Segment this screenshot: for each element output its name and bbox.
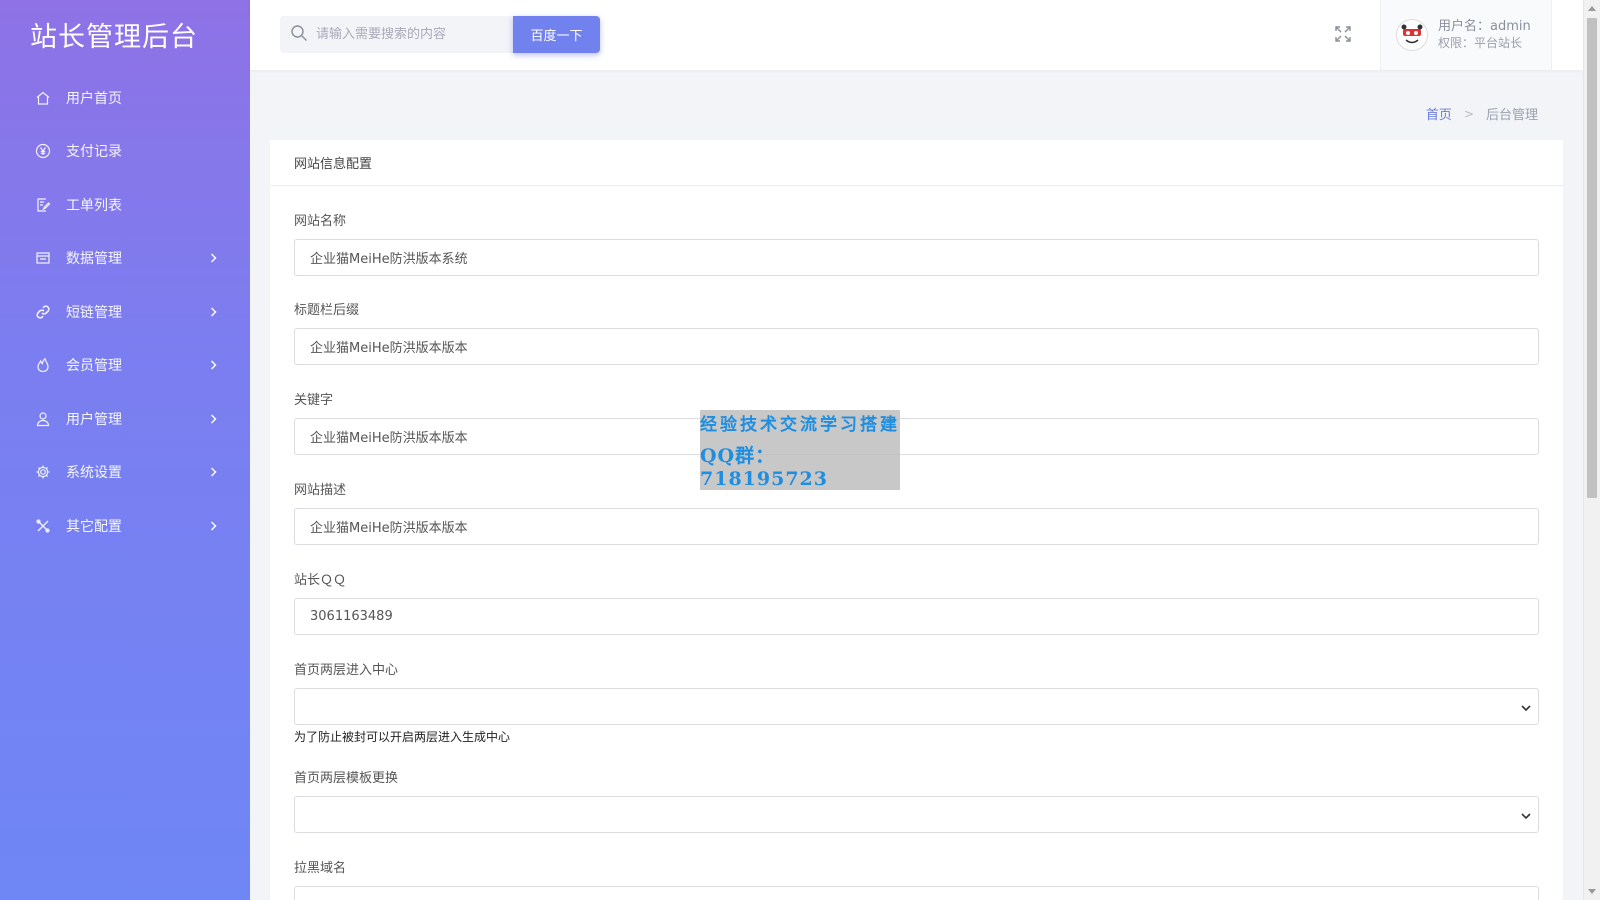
template-select[interactable] (294, 796, 1539, 833)
watermark-line1: 经验技术交流学习搭建 (700, 415, 900, 435)
chevron-right-icon (208, 467, 218, 477)
sidebar-item-label: 会员管理 (66, 358, 122, 375)
field-template-switch: 首页两层模板更换 (294, 743, 1539, 833)
window-icon (34, 249, 52, 267)
scroll-up-icon[interactable] (1588, 6, 1596, 11)
search-button[interactable]: 百度一下 (513, 16, 600, 53)
sidebar-item-ticket-list[interactable]: 工单列表 (0, 178, 250, 232)
search-input[interactable] (316, 27, 506, 42)
yuan-icon (34, 142, 52, 160)
flame-icon (34, 356, 52, 374)
edit-doc-icon (34, 196, 52, 214)
two-layer-help-text: 为了防止被封可以开启两层进入生成中心 (294, 730, 511, 744)
field-label: 首页两层模板更换 (294, 771, 399, 786)
avatar (1396, 19, 1428, 51)
breadcrumb-current: 后台管理 (1485, 108, 1538, 123)
sidebar-item-label: 数据管理 (66, 251, 122, 268)
field-blacklist-domain: 拉黑域名 (294, 833, 1539, 900)
site-name-input[interactable] (294, 239, 1539, 276)
sidebar-item-shortlink-management[interactable]: 短链管理 (0, 285, 250, 339)
top-header: 百度一下 用户名：admin 权限：平台站长 (250, 0, 1583, 70)
watermark-line2: QQ群：718195723 (700, 445, 828, 490)
user-name: 用户名：admin (1438, 19, 1531, 34)
field-title-suffix: 标题栏后缀 (294, 275, 1539, 365)
scroll-down-icon[interactable] (1588, 889, 1596, 894)
card-title: 网站信息配置 (270, 140, 1563, 186)
brand-title: 站长管理后台 (30, 21, 198, 53)
sidebar-item-other-config[interactable]: 其它配置 (0, 499, 250, 553)
gear-icon (34, 463, 52, 481)
sidebar-item-label: 其它配置 (66, 518, 122, 535)
chevron-right-icon (208, 360, 218, 370)
sidebar-item-user-home[interactable]: 用户首页 (0, 71, 250, 125)
blacklist-domain-input[interactable] (294, 886, 1539, 900)
field-label: 关键字 (294, 393, 334, 408)
sidebar-item-system-settings[interactable]: 系统设置 (0, 446, 250, 500)
sidebar-item-label: 用户首页 (66, 90, 122, 107)
sidebar-item-label: 系统设置 (66, 465, 122, 482)
field-label: 网站名称 (294, 214, 347, 229)
user-role: 权限：平台站长 (1438, 36, 1523, 50)
field-site-name: 网站名称 (294, 186, 1539, 276)
user-icon (34, 410, 52, 428)
title-suffix-input[interactable] (294, 328, 1539, 365)
breadcrumb: 首页 > 后台管理 (1426, 104, 1538, 124)
sidebar-item-payment-records[interactable]: 支付记录 (0, 125, 250, 179)
sidebar-item-member-management[interactable]: 会员管理 (0, 339, 250, 393)
field-label: 站长ＱＱ (294, 573, 347, 588)
chevron-right-icon (208, 521, 218, 531)
two-layer-select[interactable] (294, 688, 1539, 725)
tools-icon (34, 517, 52, 535)
home-icon (34, 89, 52, 107)
link-icon (34, 303, 52, 321)
sidebar-item-label: 短链管理 (66, 304, 122, 321)
keywords-input[interactable] (294, 418, 1539, 455)
watermark: 经验技术交流学习搭建 QQ群：718195723 (700, 410, 900, 490)
search-box (280, 16, 513, 53)
site-info-form: 网站名称 标题栏后缀 关键字 网站描述 站长ＱＱ 首页两层进入中心 为了防止被封… (270, 186, 1563, 900)
chevron-right-icon (208, 253, 218, 263)
sidebar: 站长管理后台 用户首页 支付记录 工单列表 数据管理 短链管理 会员管理 用户管… (0, 0, 250, 900)
sidebar-item-label: 工单列表 (66, 197, 122, 214)
sidebar-item-label: 用户管理 (66, 411, 122, 428)
sidebar-item-data-management[interactable]: 数据管理 (0, 232, 250, 286)
sidebar-item-user-management[interactable]: 用户管理 (0, 392, 250, 446)
field-webmaster-qq: 站长ＱＱ (294, 545, 1539, 635)
description-input[interactable] (294, 508, 1539, 545)
chevron-right-icon (208, 307, 218, 317)
sidebar-item-label: 支付记录 (66, 144, 122, 161)
search-bar: 百度一下 (280, 16, 600, 53)
field-two-layer-entry: 首页两层进入中心 为了防止被封可以开启两层进入生成中心 (294, 635, 1539, 744)
chevron-right-icon (208, 414, 218, 424)
sidebar-menu: 用户首页 支付记录 工单列表 数据管理 短链管理 会员管理 用户管理 系统设置 … (0, 71, 250, 553)
fullscreen-icon[interactable] (1333, 24, 1353, 44)
breadcrumb-separator: > (1463, 106, 1474, 121)
site-info-card: 网站信息配置 网站名称 标题栏后缀 关键字 网站描述 站长ＱＱ 首页两层进入中心… (270, 140, 1563, 900)
user-menu[interactable]: 用户名：admin 权限：平台站长 (1380, 0, 1552, 70)
chevron-down-icon (1520, 810, 1532, 820)
user-info: 用户名：admin 权限：平台站长 (1438, 19, 1531, 51)
field-description: 网站描述 (294, 455, 1539, 545)
search-icon (290, 24, 308, 46)
field-label: 标题栏后缀 (294, 303, 360, 318)
field-label: 拉黑域名 (294, 861, 347, 876)
field-keywords: 关键字 (294, 365, 1539, 455)
field-label: 网站描述 (294, 483, 347, 498)
breadcrumb-home-link[interactable]: 首页 (1426, 104, 1452, 123)
vertical-scrollbar[interactable] (1583, 0, 1600, 900)
chevron-down-icon (1520, 702, 1532, 712)
scrollbar-thumb[interactable] (1587, 18, 1597, 498)
field-label: 首页两层进入中心 (294, 663, 399, 678)
qq-input[interactable] (294, 598, 1539, 635)
